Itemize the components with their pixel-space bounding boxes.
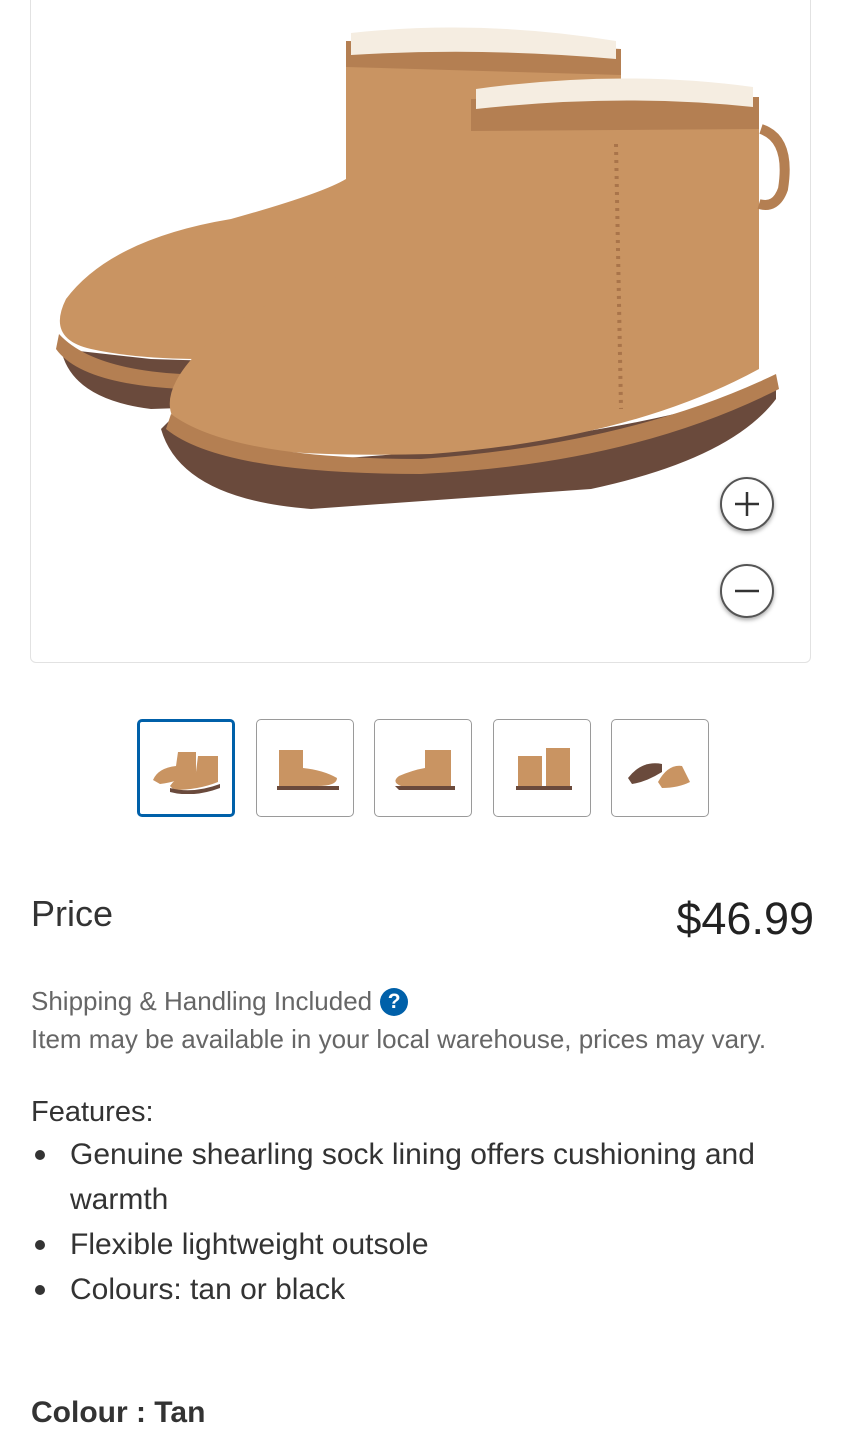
thumbnail-4[interactable] bbox=[493, 719, 591, 817]
thumbnail-5[interactable] bbox=[611, 719, 709, 817]
price-label: Price bbox=[31, 893, 114, 934]
list-item: Genuine shearling sock lining offers cus… bbox=[31, 1132, 821, 1222]
bullet bbox=[35, 1240, 45, 1250]
zoom-in-button[interactable] bbox=[720, 477, 774, 531]
product-image bbox=[56, 27, 790, 509]
bullet bbox=[35, 1285, 45, 1295]
bullet bbox=[35, 1150, 45, 1160]
thumbnail-1[interactable] bbox=[137, 719, 235, 817]
features-list: Genuine shearling sock lining offers cus… bbox=[31, 1132, 821, 1312]
thumbnail-image bbox=[628, 763, 690, 788]
product-image-viewer[interactable] bbox=[30, 0, 811, 663]
thumbnail-image bbox=[395, 750, 455, 790]
price-value: $46.99 bbox=[676, 893, 814, 944]
features-title: Features: bbox=[31, 1096, 154, 1128]
minus-icon bbox=[735, 589, 759, 593]
shipping-text: Shipping & Handling Included bbox=[31, 986, 373, 1016]
zoom-out-button[interactable] bbox=[720, 564, 774, 618]
thumbnail-image bbox=[516, 748, 572, 790]
list-item: Flexible lightweight outsole bbox=[31, 1222, 821, 1267]
thumbnail-image bbox=[153, 752, 220, 794]
thumbnail-2[interactable] bbox=[256, 719, 354, 817]
availability-note: Item may be available in your local ware… bbox=[31, 1024, 767, 1054]
thumbnail-image bbox=[277, 750, 339, 790]
plus-icon bbox=[735, 492, 759, 516]
thumbnail-3[interactable] bbox=[374, 719, 472, 817]
colour-label: Colour : Tan bbox=[31, 1396, 206, 1429]
list-item: Colours: tan or black bbox=[31, 1267, 821, 1312]
shipping-info: Shipping & Handling Included ? bbox=[31, 986, 409, 1017]
help-icon[interactable]: ? bbox=[380, 987, 409, 1016]
